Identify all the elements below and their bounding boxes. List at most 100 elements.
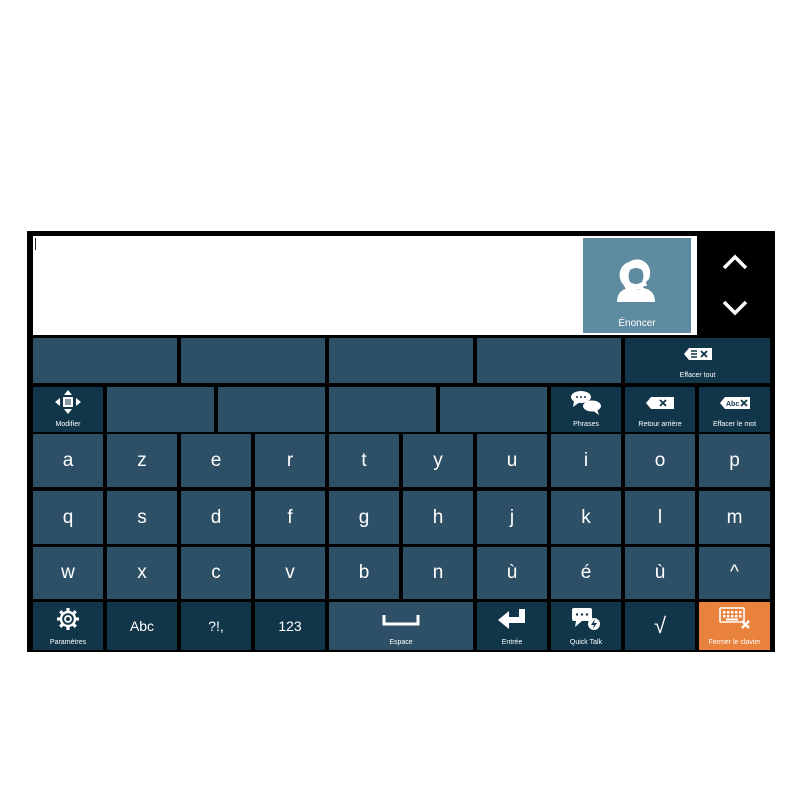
key-row5-6[interactable]: n	[403, 547, 473, 599]
key-label: g	[358, 506, 370, 528]
key-row3-10[interactable]: p	[699, 434, 770, 487]
settings-button[interactable]: Paramètres	[33, 602, 103, 650]
key-label: ^	[730, 562, 739, 583]
check-label: √	[653, 613, 667, 638]
key-row3-8[interactable]: i	[551, 434, 621, 487]
move-arrows-icon	[55, 390, 81, 414]
enter-button[interactable]: Entrée	[477, 602, 547, 650]
key-label: q	[62, 506, 74, 528]
backspace-label: Retour arrière	[638, 421, 682, 428]
key-row5-2[interactable]: x	[107, 547, 177, 599]
key-row4-3[interactable]: d	[181, 491, 251, 544]
key-row3-1[interactable]: a	[33, 434, 103, 487]
key-label: s	[137, 506, 147, 528]
prediction-slot-1[interactable]	[33, 338, 177, 383]
key-row3-2[interactable]: z	[107, 434, 177, 487]
quick-talk-icon	[572, 608, 600, 630]
key-row5-10[interactable]: ^	[699, 547, 770, 599]
word-slot-3[interactable]	[329, 387, 436, 432]
backspace-button[interactable]: Retour arrière	[625, 387, 695, 432]
speaking-head-icon	[617, 259, 655, 302]
key-label: a	[62, 449, 74, 471]
modify-button[interactable]: Modifier	[33, 387, 103, 432]
key-row4-10[interactable]: m	[699, 491, 770, 544]
prediction-slot-4[interactable]	[477, 338, 621, 383]
quick-talk-label: Quick Talk	[569, 639, 603, 646]
key-label: u	[506, 449, 518, 471]
quick-talk-button[interactable]: Quick Talk	[551, 602, 621, 650]
word-slot-4[interactable]	[440, 387, 547, 432]
key-label: p	[729, 449, 740, 471]
key-row3-9[interactable]: o	[625, 434, 695, 487]
clear-all-button[interactable]: Effacer tout	[625, 338, 770, 383]
key-row4-4[interactable]: f	[255, 491, 325, 544]
space-button[interactable]: Espace	[329, 602, 473, 650]
prediction-slot-2[interactable]	[181, 338, 325, 383]
key-label: ù	[506, 562, 518, 583]
key-row4-8[interactable]: k	[551, 491, 621, 544]
backspace-icon	[646, 397, 674, 409]
key-label: é	[580, 562, 592, 583]
key-label: i	[583, 449, 589, 471]
delete-word-icon: Abc	[719, 397, 750, 409]
key-label: b	[358, 562, 370, 583]
word-slot-1[interactable]	[107, 387, 214, 432]
key-row4-7[interactable]: j	[477, 491, 547, 544]
key-label: n	[432, 562, 444, 583]
speak-button[interactable]: Énoncer	[583, 238, 691, 333]
key-row5-3[interactable]: c	[181, 547, 251, 599]
key-label: e	[210, 449, 222, 471]
key-row4-2[interactable]: s	[107, 491, 177, 544]
key-row4-5[interactable]: g	[329, 491, 399, 544]
key-row3-3[interactable]: e	[181, 434, 251, 487]
key-label: ù	[654, 562, 666, 583]
phrases-button[interactable]: Phrases	[551, 387, 621, 432]
key-row5-4[interactable]: v	[255, 547, 325, 599]
gear-icon	[57, 608, 79, 630]
word-slot-2[interactable]	[218, 387, 325, 432]
key-label: o	[654, 449, 666, 471]
scroll-down-button[interactable]	[705, 286, 765, 330]
key-row4-9[interactable]: l	[625, 491, 695, 544]
keyboard-close-icon	[718, 607, 750, 629]
close-keyboard-label: Fermer le clavier	[708, 639, 761, 646]
key-label: r	[286, 449, 294, 471]
key-row4-1[interactable]: q	[33, 491, 103, 544]
key-label: d	[210, 506, 222, 528]
chat-bubbles-icon	[571, 391, 601, 415]
key-label: x	[137, 562, 147, 583]
phrases-label: Phrases	[573, 421, 599, 428]
modify-label: Modifier	[55, 421, 81, 428]
numbers-button[interactable]: 123	[255, 602, 325, 650]
key-row3-4[interactable]: r	[255, 434, 325, 487]
text-caret	[35, 238, 36, 250]
check-button[interactable]: √	[625, 602, 695, 650]
key-row3-5[interactable]: t	[329, 434, 399, 487]
key-label: y	[433, 449, 443, 471]
abc-label: Abc	[129, 618, 155, 634]
punctuation-button[interactable]: ?!,	[181, 602, 251, 650]
key-label: t	[361, 449, 367, 471]
close-keyboard-button[interactable]: Fermer le clavier	[699, 602, 770, 650]
key-row5-8[interactable]: é	[551, 547, 621, 599]
enter-label: Entrée	[501, 639, 523, 646]
speak-label: Énoncer	[618, 318, 656, 329]
key-row5-9[interactable]: ù	[625, 547, 695, 599]
key-row5-5[interactable]: b	[329, 547, 399, 599]
key-row3-6[interactable]: y	[403, 434, 473, 487]
key-row5-7[interactable]: ù	[477, 547, 547, 599]
key-row5-1[interactable]: w	[33, 547, 103, 599]
key-label: z	[137, 449, 147, 471]
scroll-up-button[interactable]	[705, 240, 765, 284]
delete-word-button[interactable]: Abc Effacer le mot	[699, 387, 770, 432]
key-label: j	[509, 506, 515, 528]
prediction-slot-3[interactable]	[329, 338, 473, 383]
key-label: c	[211, 562, 221, 583]
key-row3-7[interactable]: u	[477, 434, 547, 487]
abc-button[interactable]: Abc	[107, 602, 177, 650]
delete-word-icon-text: Abc	[726, 401, 739, 408]
settings-label: Paramètres	[49, 639, 87, 646]
key-label: w	[61, 562, 75, 583]
key-row4-6[interactable]: h	[403, 491, 473, 544]
clear-all-label: Effacer tout	[679, 372, 716, 379]
